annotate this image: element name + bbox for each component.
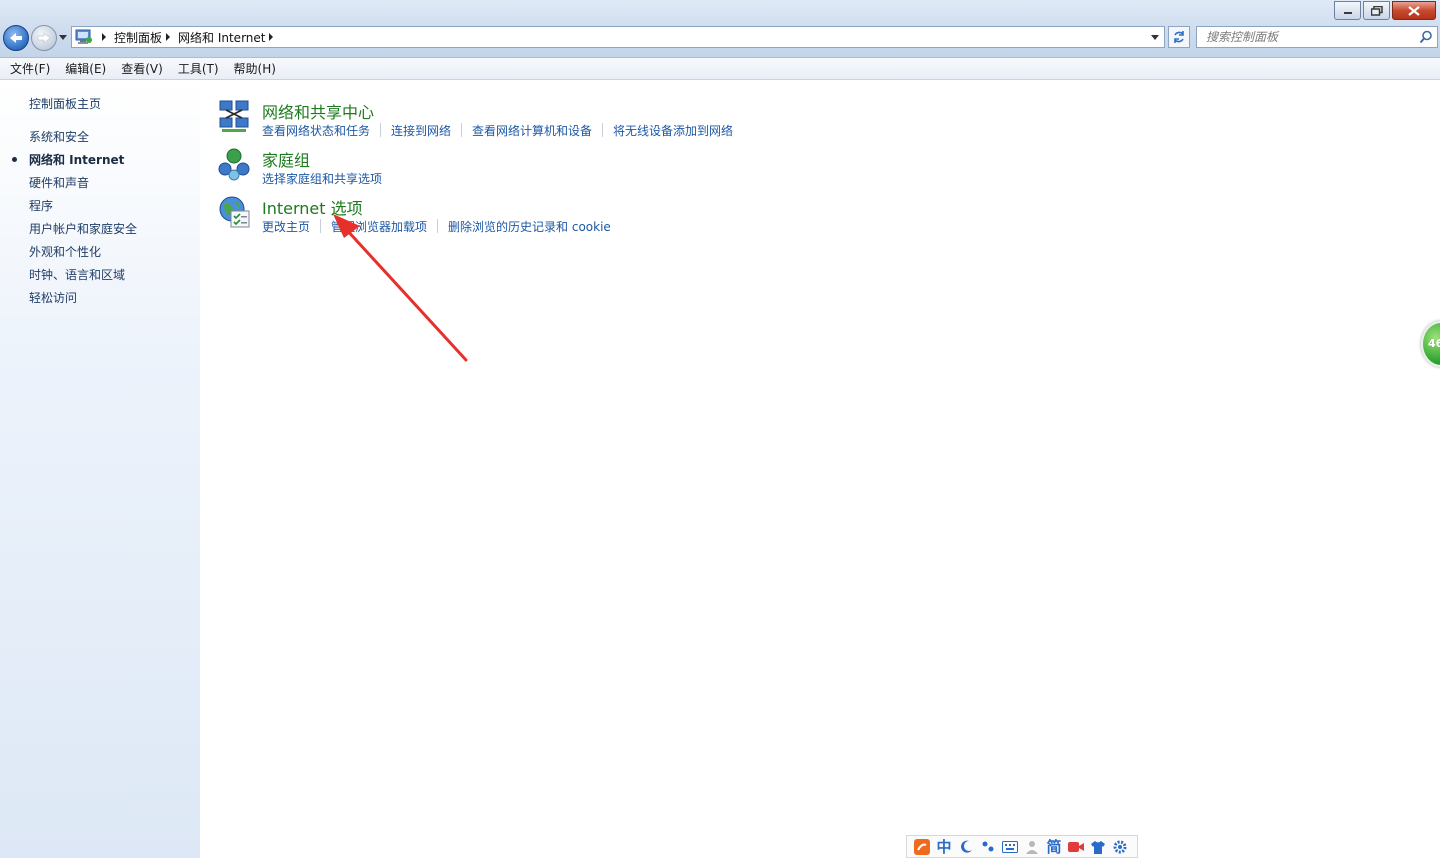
add-wireless-device-link[interactable]: 将无线设备添加到网络 [613,122,733,139]
link-divider [380,123,382,137]
ime-logo-icon[interactable] [911,837,933,857]
sidebar-item-clock-region[interactable]: 时钟、语言和区域 [29,266,137,289]
moon-icon[interactable] [955,837,977,857]
menu-file[interactable]: 文件(F) [4,60,56,77]
sidebar-item-programs[interactable]: 程序 [29,197,137,220]
homegroup-icon[interactable] [217,147,251,181]
main-content: 网络和共享中心 查看网络状态和任务 连接到网络 查看网络计算机和设备 将无线设备… [200,81,1440,858]
category-links: 选择家庭组和共享选项 [262,170,382,187]
sidebar-item-ease-of-access[interactable]: 轻松访问 [29,289,137,312]
video-icon[interactable] [1065,837,1087,857]
internet-options-icon[interactable] [217,195,251,229]
connect-to-network-link[interactable]: 连接到网络 [391,122,451,139]
forward-arrow-icon [37,32,51,44]
keyboard-icon[interactable] [999,837,1021,857]
change-homepage-link[interactable]: 更改主页 [262,218,310,235]
search-box[interactable] [1196,26,1438,48]
view-network-computers-link[interactable]: 查看网络计算机和设备 [472,122,592,139]
address-dropdown-icon[interactable] [1151,35,1159,40]
restore-button[interactable] [1363,1,1390,20]
link-divider [602,123,604,137]
category-title[interactable]: 家庭组 [262,147,310,171]
breadcrumb-separator[interactable] [269,33,274,41]
category-title[interactable]: 网络和共享中心 [262,99,374,123]
homegroup-sharing-options-link[interactable]: 选择家庭组和共享选项 [262,170,382,187]
link-divider [437,219,439,233]
sidebar-item-user-accounts[interactable]: 用户帐户和家庭安全 [29,220,137,243]
search-input[interactable] [1197,27,1407,47]
category-links: 更改主页 管理浏览器加载项 删除浏览的历史记录和 cookie [262,218,611,235]
breadcrumb-separator[interactable] [166,33,171,41]
settings-gear-icon[interactable] [1109,837,1131,857]
forward-button[interactable] [31,25,57,51]
menu-view[interactable]: 查看(V) [115,60,169,77]
minimize-button[interactable] [1334,1,1361,20]
sidebar-category-list: 系统和安全 网络和 Internet 硬件和声音 程序 用户帐户和家庭安全 外观… [11,128,137,312]
ime-mode-toggle[interactable]: 中 [933,837,955,857]
ime-toolbar: 中 简 [906,835,1138,858]
sidebar-item-hardware-sound[interactable]: 硬件和声音 [29,174,137,197]
menu-help[interactable]: 帮助(H) [228,60,282,77]
title-address-bar: 控制面板 网络和 Internet [0,0,1440,58]
ime-script-toggle[interactable]: 简 [1043,837,1065,857]
network-sharing-icon[interactable] [217,99,251,133]
category-links: 查看网络状态和任务 连接到网络 查看网络计算机和设备 将无线设备添加到网络 [262,122,733,139]
address-bar[interactable]: 控制面板 网络和 Internet [71,26,1165,48]
delete-history-link[interactable]: 删除浏览的历史记录和 cookie [448,218,611,235]
link-divider [461,123,463,137]
user-icon[interactable] [1021,837,1043,857]
refresh-icon [1174,31,1184,43]
sidebar-item-system-security[interactable]: 系统和安全 [29,128,137,151]
menu-tools[interactable]: 工具(T) [172,60,225,77]
manage-addons-link[interactable]: 管理浏览器加载项 [331,218,427,235]
view-network-status-link[interactable]: 查看网络状态和任务 [262,122,370,139]
link-divider [320,219,322,233]
recent-pages-dropdown[interactable] [59,35,67,40]
menu-edit[interactable]: 编辑(E) [59,60,112,77]
close-button[interactable] [1392,1,1436,20]
minimize-icon [1343,11,1352,14]
back-button[interactable] [3,25,29,51]
back-arrow-icon [10,33,22,43]
search-icon[interactable] [1419,30,1433,44]
breadcrumb-separator[interactable] [102,33,106,41]
control-panel-icon [75,29,92,44]
sidebar-item-network-internet[interactable]: 网络和 Internet [11,151,137,174]
floating-widget-label: 46 [1428,337,1440,350]
sidebar-item-appearance[interactable]: 外观和个性化 [29,243,137,266]
punctuation-icon[interactable] [977,837,999,857]
breadcrumb-control-panel[interactable]: 控制面板 [114,29,162,46]
window-controls [1332,1,1436,20]
breadcrumb-network-internet[interactable]: 网络和 Internet [178,29,265,46]
restore-icon [1370,5,1383,16]
control-panel-home-link[interactable]: 控制面板主页 [29,95,101,112]
close-icon [1408,5,1420,16]
category-title[interactable]: Internet 选项 [262,195,363,219]
skin-shirt-icon[interactable] [1087,837,1109,857]
refresh-button[interactable] [1168,26,1190,48]
navigation-pane: 控制面板主页 系统和安全 网络和 Internet 硬件和声音 程序 用户帐户和… [0,81,200,858]
menu-bar: 文件(F) 编辑(E) 查看(V) 工具(T) 帮助(H) [0,58,1440,80]
